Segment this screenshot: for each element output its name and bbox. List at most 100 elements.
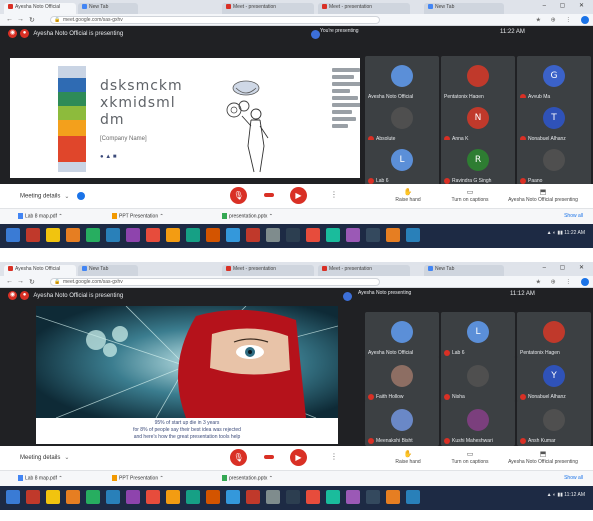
app-icon[interactable] — [86, 490, 100, 504]
app-icon[interactable] — [386, 490, 400, 504]
app-icon[interactable] — [186, 228, 200, 242]
url-field[interactable]: 🔒 meet.google.com/sas-gxhv — [50, 16, 380, 24]
participant-tile[interactable]: Absolute — [365, 98, 439, 144]
app-icon[interactable] — [386, 228, 400, 242]
app-icon[interactable] — [146, 490, 160, 504]
window-controls[interactable]: – ▢ ✕ — [543, 2, 590, 9]
participant-tile[interactable]: R Ravindra G Singh — [441, 140, 515, 186]
raise-hand-button[interactable]: ✋ Raise hand — [378, 450, 438, 465]
app-icon[interactable] — [406, 490, 420, 504]
participant-tile[interactable]: Paano — [517, 140, 591, 186]
app-icon[interactable] — [306, 490, 320, 504]
app-icon[interactable] — [226, 490, 240, 504]
captions-button[interactable]: ▭ Turn on captions — [440, 450, 500, 465]
app-icon[interactable] — [106, 228, 120, 242]
app-icon[interactable] — [366, 228, 380, 242]
browser-tab[interactable]: New Tab — [424, 3, 504, 14]
participants-icon[interactable] — [77, 192, 86, 200]
more-options-icon[interactable]: ⋮ — [330, 452, 338, 461]
participant-tile[interactable]: G Ayyub Ma — [517, 56, 591, 102]
profile-avatar[interactable] — [581, 16, 589, 24]
extension-icons[interactable]: ★ ⊕ ⋮ — [536, 278, 589, 286]
show-all-link[interactable]: Show all — [564, 213, 583, 219]
forward-icon[interactable]: → — [17, 16, 24, 23]
mic-toggle-button[interactable]: 🎙 — [230, 187, 247, 204]
app-icon[interactable] — [206, 228, 220, 242]
participant-tile[interactable]: Ayesha Noto Official — [365, 312, 439, 358]
raise-hand-button[interactable]: ✋ Raise hand — [378, 188, 438, 203]
download-item[interactable]: presentation.pptx ⌃ — [222, 475, 273, 481]
start-icon[interactable] — [6, 490, 20, 504]
participant-tile[interactable]: L Lab 6 — [365, 140, 439, 186]
present-now-button[interactable]: ⬒ Ayesha Noto Official presenting — [508, 450, 578, 465]
folder-icon[interactable] — [46, 490, 60, 504]
app-icon[interactable] — [406, 228, 420, 242]
app-icon[interactable] — [326, 490, 340, 504]
participant-tile[interactable]: L Lab 6 — [441, 312, 515, 358]
download-item[interactable]: PPT Presentation ⌃ — [112, 475, 164, 481]
app-icon[interactable] — [86, 228, 100, 242]
meeting-details-button[interactable]: Meeting details ⌄ — [20, 192, 86, 200]
hang-up-button[interactable] — [264, 455, 274, 459]
participant-tile[interactable]: Ansh Kumar — [517, 400, 591, 446]
profile-avatar[interactable] — [581, 278, 589, 286]
more-options-icon[interactable]: ⋮ — [330, 190, 338, 199]
app-icon[interactable] — [26, 228, 40, 242]
browser-tab[interactable]: Meet - presentation — [222, 265, 314, 276]
start-icon[interactable] — [6, 228, 20, 242]
browser-tab[interactable]: Meet - presentation — [318, 3, 410, 14]
camera-toggle-button[interactable]: ▶ — [290, 449, 307, 466]
meeting-details-button[interactable]: Meeting details ⌄ — [20, 454, 69, 461]
browser-tab[interactable]: Ayesha Noto Official — [4, 3, 76, 14]
app-icon[interactable] — [106, 490, 120, 504]
mic-toggle-button[interactable]: 🎙 — [230, 449, 247, 466]
back-icon[interactable]: ← — [6, 16, 13, 23]
app-icon[interactable] — [66, 490, 80, 504]
browser-tab[interactable]: New Tab — [78, 3, 138, 14]
app-icon[interactable] — [366, 490, 380, 504]
participant-tile[interactable]: Pentatonix Hagen — [517, 312, 591, 358]
app-icon[interactable] — [186, 490, 200, 504]
download-item[interactable]: Lab 8 map.pdf ⌃ — [18, 475, 63, 481]
participant-tile[interactable]: Pentatonix Hagen — [441, 56, 515, 102]
extension-icons[interactable]: ★ ⊕ ⋮ — [536, 16, 589, 24]
app-icon[interactable] — [286, 228, 300, 242]
reload-icon[interactable]: ↻ — [29, 278, 35, 286]
reload-icon[interactable]: ↻ — [29, 16, 35, 24]
app-icon[interactable] — [26, 490, 40, 504]
hang-up-button[interactable] — [264, 193, 274, 197]
participant-tile[interactable]: Meenakshi Bisht — [365, 400, 439, 446]
app-icon[interactable] — [346, 228, 360, 242]
app-icon[interactable] — [326, 228, 340, 242]
app-icon[interactable] — [286, 490, 300, 504]
browser-tab[interactable]: Meet - presentation — [318, 265, 410, 276]
back-icon[interactable]: ← — [6, 278, 13, 285]
participant-tile[interactable]: Ayesha Noto Official — [365, 56, 439, 102]
app-icon[interactable] — [206, 490, 220, 504]
participant-tile[interactable]: Faith Hollow — [365, 356, 439, 402]
browser-tab[interactable]: Meet - presentation — [222, 3, 314, 14]
participant-tile[interactable]: Nisha — [441, 356, 515, 402]
app-icon[interactable] — [126, 490, 140, 504]
participant-tile[interactable]: Kushi Maheshwari — [441, 400, 515, 446]
camera-toggle-button[interactable]: ▶ — [290, 187, 307, 204]
present-now-button[interactable]: ⬒ Ayesha Noto Official presenting — [508, 188, 578, 203]
app-icon[interactable] — [166, 228, 180, 242]
url-field[interactable]: 🔒 meet.google.com/sas-gxhv — [50, 278, 380, 286]
captions-button[interactable]: ▭ Turn on captions — [440, 188, 500, 203]
browser-tab[interactable]: New Tab — [78, 265, 138, 276]
browser-tab[interactable]: Ayesha Noto Official — [4, 265, 76, 276]
app-icon[interactable] — [306, 228, 320, 242]
app-icon[interactable] — [166, 490, 180, 504]
app-icon[interactable] — [266, 490, 280, 504]
chrome-icon[interactable] — [246, 490, 260, 504]
app-icon[interactable] — [226, 228, 240, 242]
app-icon[interactable] — [66, 228, 80, 242]
app-icon[interactable] — [126, 228, 140, 242]
system-tray[interactable]: ▲ ◐ ▮▮ 11:12 AM — [547, 492, 585, 498]
window-controls[interactable]: – ▢ ✕ — [543, 264, 590, 271]
participant-tile[interactable]: Y Nonabuel Alhanz — [517, 356, 591, 402]
app-icon[interactable] — [266, 228, 280, 242]
app-icon[interactable] — [346, 490, 360, 504]
download-item[interactable]: PPT Presentation ⌃ — [112, 213, 164, 219]
